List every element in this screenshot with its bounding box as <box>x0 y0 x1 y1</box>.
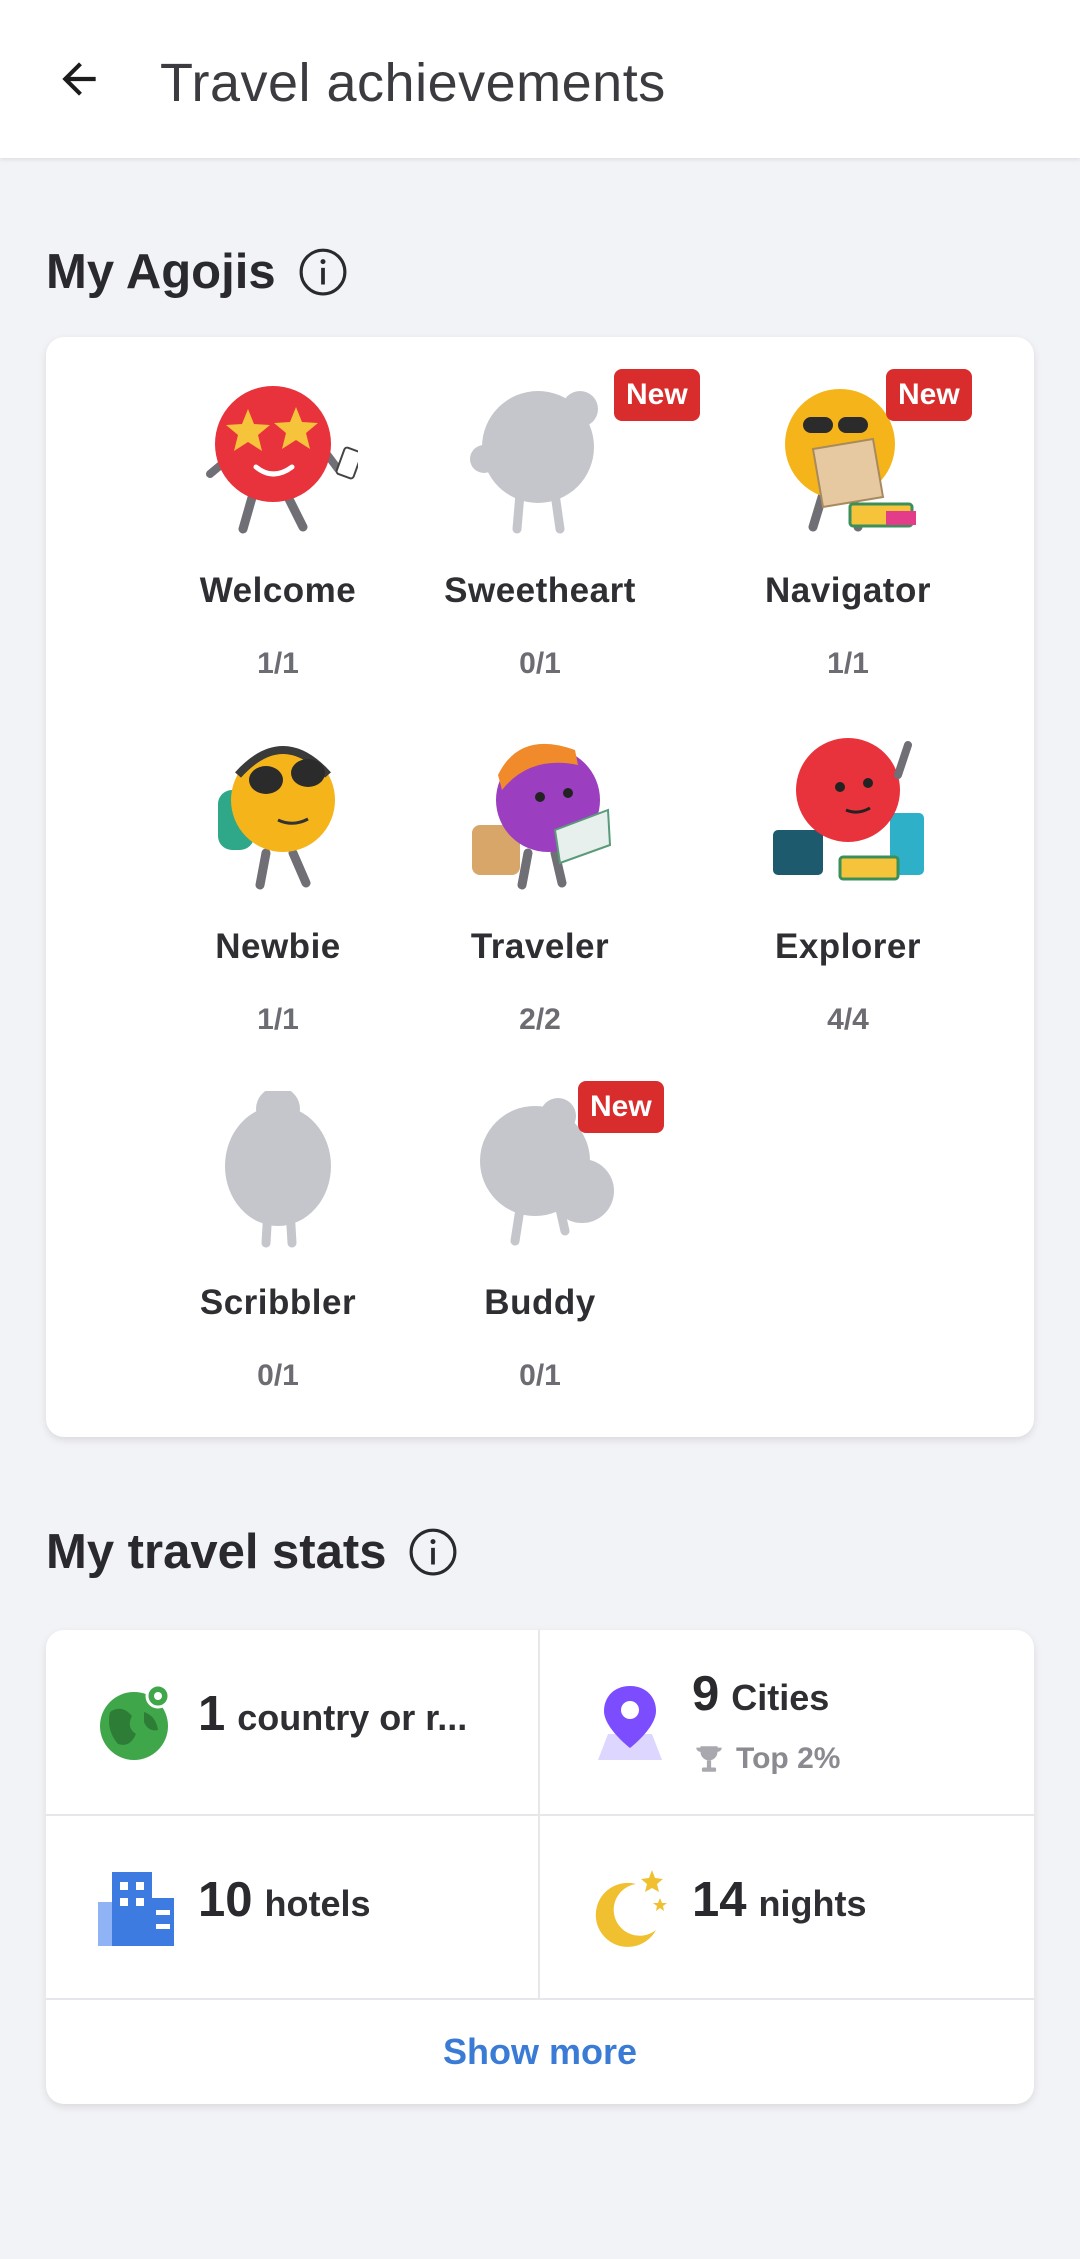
back-button[interactable] <box>40 40 118 118</box>
stat-label: Cities <box>731 1677 830 1718</box>
agoji-buddy[interactable]: New Buddy 0/1 <box>390 1081 690 1421</box>
agoji-scribbler[interactable]: Scribbler 0/1 <box>128 1091 428 1421</box>
stat-nights[interactable]: 14 nights <box>540 1816 1032 2000</box>
explorer-agoji-icon <box>773 738 924 881</box>
show-more-button[interactable]: Show more <box>46 2000 1034 2104</box>
agoji-count: 0/1 <box>519 647 561 680</box>
agoji-name: Explorer <box>775 927 921 966</box>
agoji-welcome[interactable]: Welcome 1/1 <box>128 379 428 709</box>
info-icon[interactable] <box>408 1527 458 1577</box>
agoji-name: Buddy <box>484 1283 596 1322</box>
agoji-name: Navigator <box>765 571 931 610</box>
agoji-name: Sweetheart <box>444 571 636 610</box>
stat-number: 10 <box>198 1873 253 1927</box>
agoji-count: 0/1 <box>519 1359 561 1392</box>
agoji-count: 0/1 <box>257 1359 299 1392</box>
stat-number: 1 <box>198 1687 226 1741</box>
stat-cities[interactable]: 9 Cities Top 2% <box>540 1630 1032 1814</box>
stats-section-title: My travel stats <box>46 1525 387 1579</box>
newbie-agoji-icon <box>218 746 335 890</box>
agoji-count: 2/2 <box>519 1003 561 1036</box>
ranking-text: Top 2% <box>736 1742 841 1775</box>
stat-number: 14 <box>692 1873 747 1927</box>
scribbler-locked-agoji-icon <box>225 1091 331 1248</box>
new-badge: New <box>886 369 972 421</box>
app-bar: Travel achievements <box>0 0 1080 158</box>
agoji-count: 1/1 <box>257 1003 299 1036</box>
agoji-explorer[interactable]: Explorer 4/4 <box>698 735 998 1065</box>
welcome-agoji-icon <box>206 386 358 534</box>
building-icon <box>98 1872 174 1946</box>
agojis-section-header: My Agojis <box>46 244 348 300</box>
agoji-name: Traveler <box>470 927 610 966</box>
stat-hotels[interactable]: 10 hotels <box>46 1816 538 2000</box>
stat-ranking: Top 2% <box>692 1742 840 1776</box>
trophy-icon <box>696 1746 722 1772</box>
agoji-name: Scribbler <box>199 1283 357 1322</box>
stat-countries[interactable]: 1 country or r... <box>46 1630 538 1814</box>
arrow-left-icon <box>62 62 96 96</box>
sweetheart-locked-agoji-icon <box>470 391 598 534</box>
moon-stars-icon <box>595 1870 667 1947</box>
agoji-count: 4/4 <box>827 1003 869 1036</box>
agoji-name: Newbie <box>215 927 341 966</box>
stat-label: hotels <box>264 1883 371 1924</box>
agoji-count: 1/1 <box>257 647 299 680</box>
globe-icon <box>100 1683 171 1760</box>
agoji-name: Welcome <box>199 571 357 610</box>
traveler-agoji-icon <box>472 743 612 890</box>
agoji-count: 1/1 <box>827 647 869 680</box>
stat-number: 9 <box>692 1667 720 1721</box>
stat-label: country or r... <box>237 1697 468 1738</box>
new-badge: New <box>578 1081 664 1133</box>
map-pin-icon <box>598 1686 662 1760</box>
agojis-card: Welcome 1/1 New Sweetheart 0/1 New Navig… <box>46 337 1034 1437</box>
stats-card: 1 country or r... 9 Cities Top 2% 10 hot… <box>46 1630 1034 2104</box>
stats-section-header: My travel stats <box>46 1524 458 1580</box>
info-icon[interactable] <box>298 247 348 297</box>
new-badge: New <box>614 369 700 421</box>
agoji-newbie[interactable]: Newbie 1/1 <box>128 735 428 1065</box>
stat-label: nights <box>758 1883 867 1924</box>
agojis-section-title: My Agojis <box>46 245 276 299</box>
agoji-traveler[interactable]: Traveler 2/2 <box>390 735 690 1065</box>
agoji-navigator[interactable]: New Navigator 1/1 <box>698 369 998 709</box>
page-title: Travel achievements <box>160 53 666 113</box>
agoji-sweetheart[interactable]: New Sweetheart 0/1 <box>390 369 700 709</box>
